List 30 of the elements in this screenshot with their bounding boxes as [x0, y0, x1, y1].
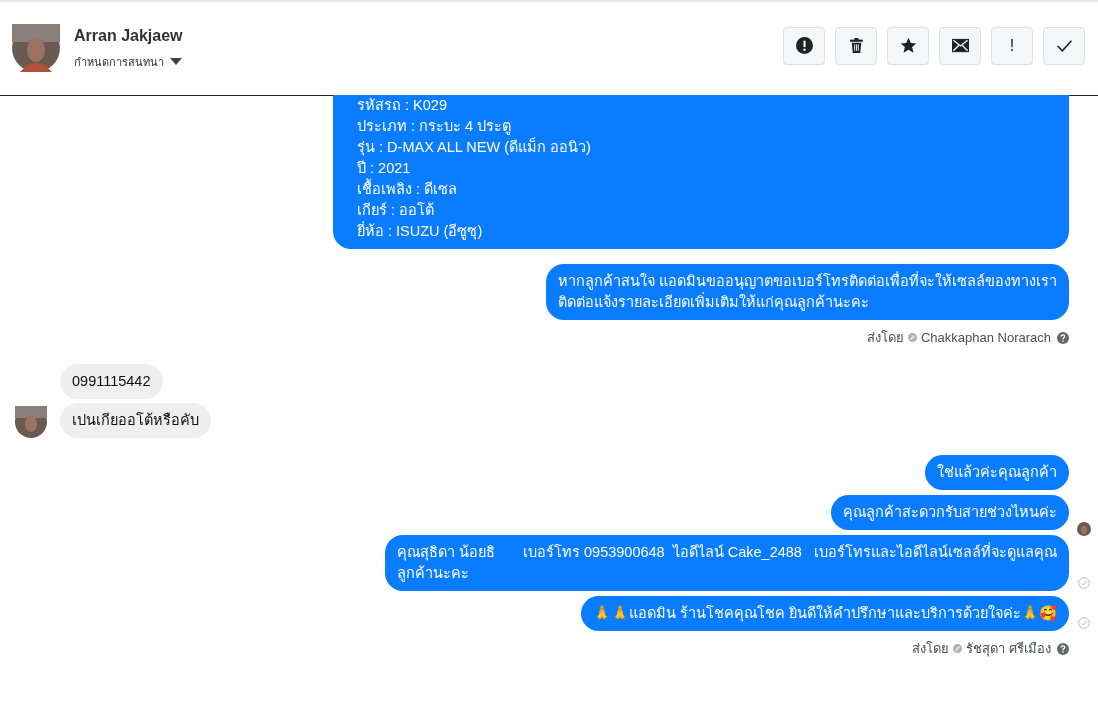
incoming-message: 0991115442	[60, 364, 163, 399]
alert-button[interactable]	[783, 26, 825, 65]
trash-button[interactable]	[835, 26, 877, 65]
envelope-icon	[951, 37, 969, 54]
sender-name[interactable]: Chakkaphan Norarach	[920, 330, 1051, 345]
sent-by-label: ส่งโดย	[866, 329, 904, 347]
mail-button[interactable]	[939, 26, 981, 65]
caret-icon	[170, 57, 182, 66]
star-button[interactable]	[887, 26, 929, 65]
check-button[interactable]	[1043, 26, 1085, 65]
conversation-menu[interactable]: กำหนดการสนทนา	[74, 52, 183, 71]
trash-icon	[847, 37, 865, 54]
avatar	[12, 23, 60, 72]
outgoing-message: คุณสุธิดา น้อยธิ เบอร์โทร 0953900648 ไอดีไลน์ Cake_2488 เบอร์โทรและไอดีไลน์เซลล์ที่จะดูแลคุณ ลูกค้านะคะ	[384, 535, 1069, 591]
outgoing-message: 🙏🙏แอดมิน ร้านโชคคุณโชค ยินดีให้คำปรึกษาและบริการด้วยใจค่ะ🙏🥰	[580, 596, 1069, 631]
sender-name[interactable]: รัชสุดา ศรีเมือง	[966, 638, 1051, 659]
sender-icon	[907, 333, 917, 342]
outgoing-message: คุณลูกค้าสะดวกรับสายช่วงไหนค่ะ	[831, 495, 1069, 530]
sent-by-label: ส่งโดย	[912, 640, 950, 658]
action-button[interactable]: !	[991, 26, 1033, 65]
outgoing-message: หากลูกค้าสนใจ แอดมินขออนุญาตขอเบอร์โทรติดต่อเพื่อที่จะให้เซลล์ของทางเรา ติดต่อแจ้งรายละเอียดเพิ่มเติมให้แก่คุณลูกค้านะคะ	[545, 264, 1069, 320]
help-icon[interactable]	[1057, 331, 1069, 344]
outgoing-message: ใช่แล้วค่ะคุณลูกค้า	[925, 455, 1069, 490]
star-icon	[899, 37, 917, 54]
alert-icon	[795, 37, 813, 54]
sender-icon	[953, 644, 963, 653]
outgoing-message: รหัสรถ : K029 ประเภท : กระบะ 4 ประตู รุ่น : D-MAX ALL NEW (ดีแม็ก ออนิว) ปี : 2021 เชื้อเพลิง : ดีเซล เกียร์ : ออโต้ ยี่ห้อ : ISUZU (อีซูซุ)	[333, 95, 1069, 249]
help-icon[interactable]	[1057, 642, 1069, 655]
incoming-message: เปนเกียออโต้หรือคับ	[60, 403, 211, 438]
contact-name: Arran Jakjaew	[74, 26, 183, 45]
